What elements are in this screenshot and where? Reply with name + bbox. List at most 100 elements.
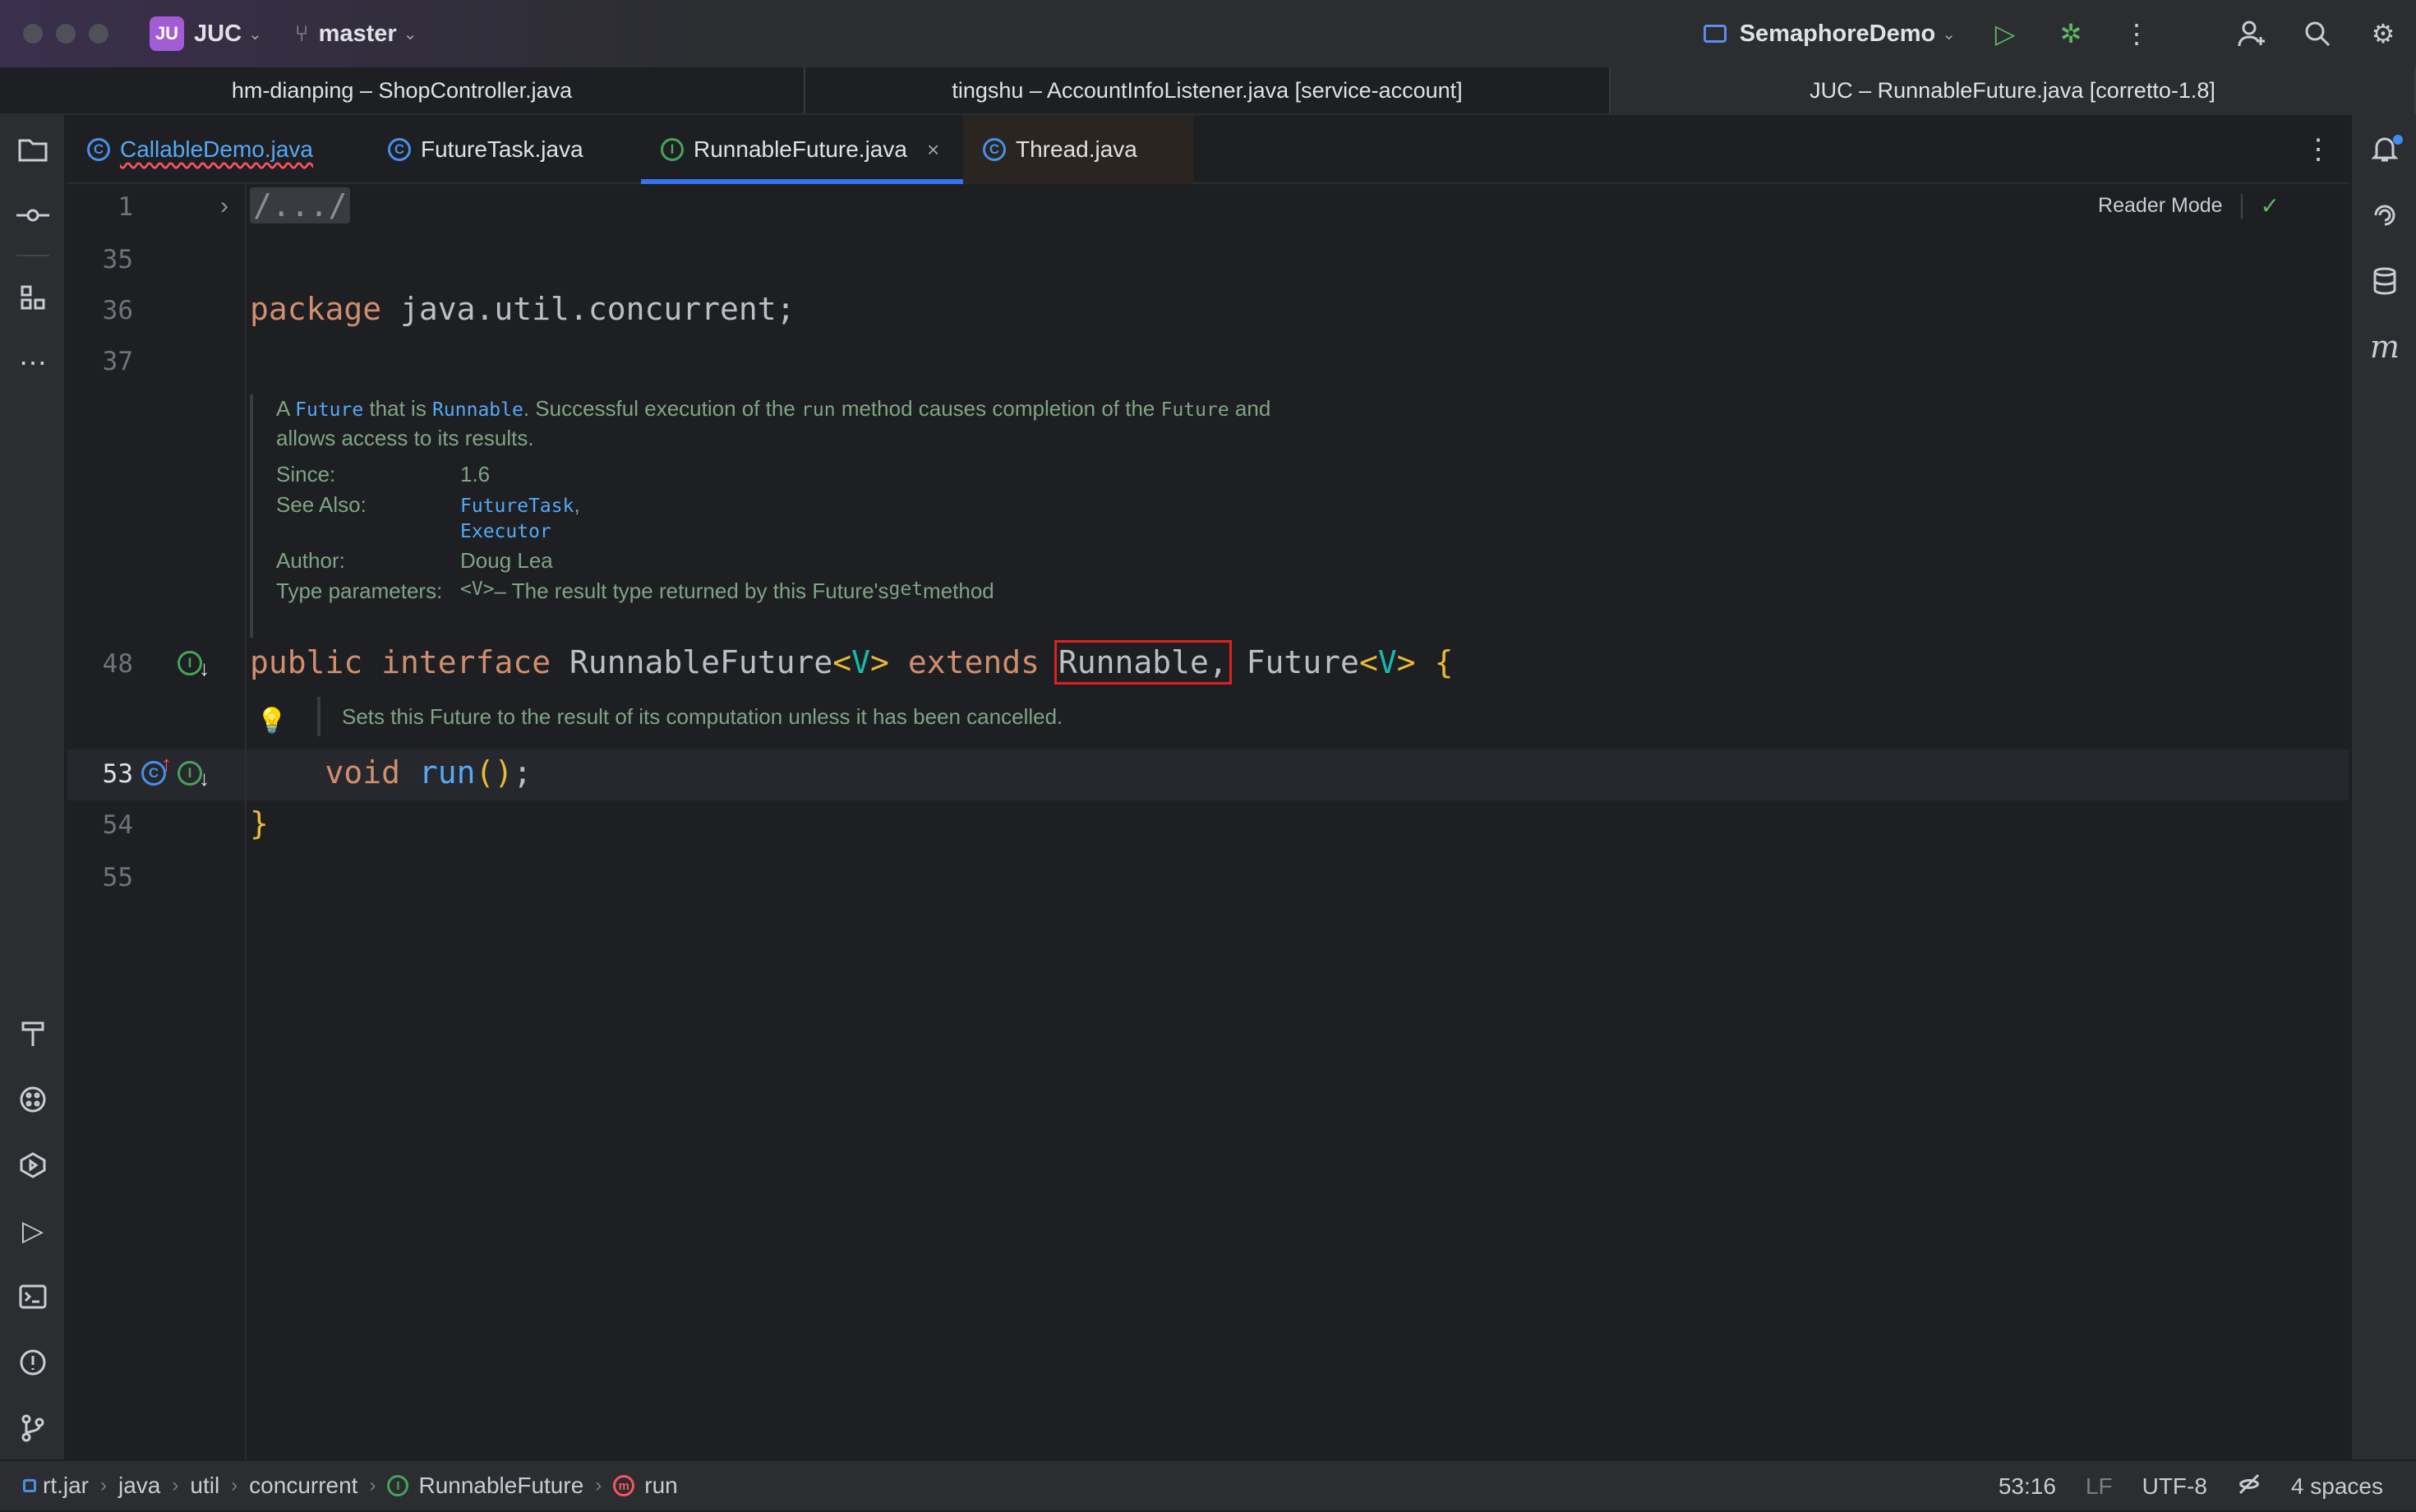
git-branch-icon: ⑂ [294, 21, 309, 46]
terminal-icon[interactable] [0, 1272, 66, 1321]
right-tool-window-bar: m [2350, 115, 2416, 1459]
status-bar: rt.jar › java › util › concurrent › I Ru… [0, 1459, 2416, 1510]
interface-icon: I [387, 1475, 409, 1496]
tab-runnablefuture[interactable]: I RunnableFuture.java × [641, 115, 963, 184]
tab-label: FutureTask.java [421, 136, 583, 162]
window-tab-tingshu[interactable]: tingshu – AccountInfoListener.java [serv… [805, 67, 1611, 113]
close-window-button[interactable] [23, 24, 43, 44]
line-separator[interactable]: LF [2086, 1473, 2113, 1500]
code-line-1: /.../ [250, 187, 351, 224]
breadcrumb-item[interactable]: java [118, 1473, 160, 1499]
breadcrumb: rt.jar › java › util › concurrent › I Ru… [0, 1473, 678, 1499]
left-tool-window-bar: ⋯ ▷ [0, 115, 66, 1459]
gutter-divider [245, 184, 247, 1459]
tab-label: CallableDemo.java [120, 136, 314, 162]
commit-icon[interactable] [0, 191, 66, 240]
chevron-down-icon[interactable]: ⌄ [1942, 24, 1956, 44]
run-config-icon [1703, 25, 1727, 43]
doc-link-executor[interactable]: Executor [460, 521, 551, 542]
jar-icon [23, 1479, 36, 1492]
reader-mode-label: Reader Mode [2098, 194, 2223, 217]
tab-callabledemo[interactable]: C CallableDemo.java [67, 115, 368, 184]
window-tab-juc[interactable]: JUC – RunnableFuture.java [corretto-1.8] [1611, 67, 2416, 113]
services-icon[interactable] [0, 1075, 66, 1124]
chevron-right-icon[interactable]: › [220, 192, 228, 220]
line-number: 53 [102, 759, 133, 789]
line-number: 55 [102, 863, 133, 892]
project-folder-icon[interactable] [0, 125, 66, 174]
arrow-up-icon[interactable]: ↑ [161, 751, 172, 777]
problems-icon[interactable] [0, 1338, 66, 1387]
window-controls [23, 24, 108, 44]
inspection-ok-icon[interactable]: ✓ [2261, 192, 2280, 219]
rendered-method-doc: Sets this Future to the result of its co… [317, 697, 1063, 736]
database-icon[interactable] [2352, 256, 2416, 306]
doc-link-futuretask[interactable]: FutureTask [460, 496, 574, 517]
window-tab-bar: hm-dianping – ShopController.java tingsh… [0, 67, 2416, 115]
caret-position[interactable]: 53:16 [1999, 1473, 2056, 1500]
doc-link-runnable[interactable]: Runnable [432, 399, 523, 421]
tab-label: Thread.java [1016, 136, 1137, 162]
maven-icon[interactable]: m [2352, 322, 2416, 371]
class-icon: C [87, 138, 110, 161]
chevron-down-icon[interactable]: ⌄ [403, 24, 417, 44]
breadcrumb-item[interactable]: rt.jar [43, 1473, 89, 1499]
doc-link-future[interactable]: Future [295, 399, 363, 421]
notification-badge [2393, 135, 2403, 145]
tab-label: RunnableFuture.java [694, 136, 907, 162]
run-services-icon[interactable] [0, 1141, 66, 1190]
minimize-window-button[interactable] [56, 24, 76, 44]
line-number: 35 [102, 245, 133, 274]
folded-region[interactable]: /.../ [250, 187, 351, 224]
build-hammer-icon[interactable] [0, 1009, 66, 1058]
git-icon[interactable] [0, 1404, 66, 1453]
chevron-down-icon[interactable]: ⌄ [248, 24, 262, 44]
line-number: 37 [102, 347, 133, 376]
file-encoding[interactable]: UTF-8 [2142, 1473, 2207, 1500]
rendered-javadoc: A Future that is Runnable. Successful ex… [250, 394, 1482, 638]
class-icon: C [388, 138, 411, 161]
settings-gear-icon[interactable]: ⚙ [2350, 0, 2416, 67]
code-line-48: public interface RunnableFuture<V> exten… [250, 640, 1454, 685]
tab-futuretask[interactable]: C FutureTask.java [368, 115, 641, 184]
tab-thread[interactable]: C Thread.java [963, 115, 1193, 184]
line-number: 36 [102, 296, 133, 325]
line-number: 54 [102, 810, 133, 840]
add-user-icon[interactable] [2219, 0, 2285, 67]
interface-icon: I [661, 138, 684, 161]
more-tools-icon[interactable]: ⋯ [0, 339, 66, 388]
close-icon[interactable]: × [927, 137, 939, 163]
readonly-toggle-icon[interactable] [2237, 1472, 2262, 1502]
structure-icon[interactable] [0, 273, 66, 322]
project-name[interactable]: JUC [194, 21, 242, 48]
ai-assistant-icon[interactable] [2352, 191, 2416, 240]
code-line-54: } [250, 805, 269, 841]
breadcrumb-item[interactable]: RunnableFuture [418, 1473, 583, 1499]
debug-icon[interactable]: ✲ [2038, 0, 2104, 67]
breadcrumb-item[interactable]: util [190, 1473, 219, 1499]
line-number: 48 [102, 649, 133, 679]
search-icon[interactable] [2285, 0, 2350, 67]
notifications-bell-icon[interactable] [2352, 125, 2416, 174]
arrow-down-icon[interactable]: ↓ [199, 656, 210, 681]
runnable-highlight-box: Runnable, [1054, 640, 1232, 685]
arrow-down-icon[interactable]: ↓ [199, 766, 210, 791]
code-line-53: void run(); [325, 754, 533, 791]
window-tab-hm-dianping[interactable]: hm-dianping – ShopController.java [0, 67, 805, 113]
reader-mode-toggle[interactable]: Reader Mode ✓ [2098, 192, 2280, 219]
branch-name[interactable]: master [319, 21, 397, 48]
run-icon[interactable]: ▷ [1972, 0, 2038, 67]
line-number: 1 [118, 192, 133, 222]
run-config-selector[interactable]: SemaphoreDemo [1740, 21, 1936, 48]
breadcrumb-item[interactable]: run [644, 1473, 677, 1499]
run-tool-icon[interactable]: ▷ [0, 1206, 66, 1256]
indent-setting[interactable]: 4 spaces [2291, 1473, 2383, 1500]
tab-actions-menu-icon[interactable]: ⋮ [2304, 115, 2332, 184]
lightbulb-icon[interactable]: 💡 [256, 707, 287, 735]
code-editor[interactable]: Reader Mode ✓ 1 35 36 37 48 53 54 55 › I… [67, 184, 2349, 1459]
more-actions-icon[interactable]: ⋮ [2104, 0, 2169, 67]
project-badge[interactable]: JU [150, 16, 184, 51]
method-icon: m [613, 1475, 635, 1496]
zoom-window-button[interactable] [89, 24, 108, 44]
breadcrumb-item[interactable]: concurrent [249, 1473, 357, 1499]
